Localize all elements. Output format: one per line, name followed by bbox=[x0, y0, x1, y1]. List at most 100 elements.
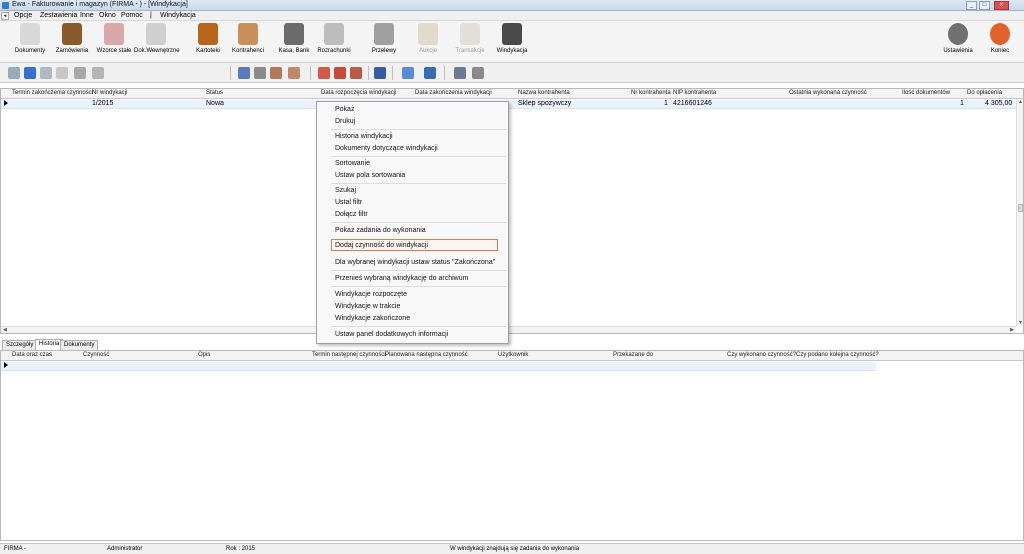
column-header[interactable]: Nr kontrahenta bbox=[631, 90, 671, 96]
minimize-button[interactable]: _ bbox=[966, 1, 977, 10]
scrollbar-thumb[interactable] bbox=[1018, 204, 1023, 212]
toolbar-button-dokumenty[interactable]: Dokumenty bbox=[10, 23, 50, 61]
table-row[interactable] bbox=[1, 362, 876, 371]
menu-item-szukaj[interactable]: Szukaj bbox=[335, 187, 356, 194]
menu-item-drukuj[interactable]: Drukuj bbox=[335, 118, 355, 125]
menu-item-sortowanie[interactable]: Sortowanie bbox=[335, 160, 370, 167]
menu-item-windykacje-w-trakcie[interactable]: Windykacje w trakcie bbox=[335, 303, 400, 310]
power-icon bbox=[990, 23, 1010, 45]
document-list-icon[interactable] bbox=[318, 67, 330, 79]
menu-pomoc[interactable]: Pomoc bbox=[121, 12, 143, 19]
menu-item-przenies-do-archiwum[interactable]: Przenieś wybraną windykację do archiwum bbox=[335, 275, 468, 282]
toolbar-button-zamowienia[interactable]: Zamówienia bbox=[52, 23, 92, 61]
edit-icon[interactable] bbox=[40, 67, 52, 79]
column-header[interactable]: Ilość dokumentów bbox=[902, 90, 950, 96]
scroll-up-icon[interactable]: ▲ bbox=[1018, 99, 1023, 105]
vertical-scrollbar[interactable]: ▲ ▼ bbox=[1016, 99, 1023, 326]
toolbar-button-wzorce-stale[interactable]: Wzorce stałe bbox=[94, 23, 134, 61]
column-header[interactable]: Przekazane do bbox=[613, 352, 653, 358]
toolbar-button-dok-wewnetrzne[interactable]: Dok.Wewnętrzne bbox=[134, 23, 180, 61]
orders-icon bbox=[62, 23, 82, 45]
calculator-icon[interactable] bbox=[454, 67, 466, 79]
secondary-toolbar bbox=[0, 63, 1024, 83]
column-header[interactable]: NIP kontrahenta bbox=[673, 90, 716, 96]
toolbar-button-kartoteki[interactable]: Kartoteki bbox=[188, 23, 228, 61]
table-row[interactable]: 1/2015 Nowa Sklep spożywczy 1 4216601246… bbox=[1, 100, 1019, 109]
column-header[interactable]: Nr windykacji bbox=[92, 90, 127, 96]
document-red-icon[interactable] bbox=[334, 67, 346, 79]
toolbar-button-ustawienia[interactable]: Ustawienia bbox=[938, 23, 978, 61]
toolbar-button-kontrahenci[interactable]: Kontrahenci bbox=[228, 23, 268, 61]
tab-szczegoly[interactable]: Szczegóły bbox=[2, 340, 38, 350]
column-header[interactable]: Opis bbox=[198, 352, 210, 358]
print-preview-icon[interactable] bbox=[92, 67, 104, 79]
menu-back-icon[interactable]: ◂ bbox=[1, 12, 9, 20]
menu-item-dodaj-czynnosc[interactable]: Dodaj czynność do windykacji bbox=[335, 242, 428, 249]
menu-item-windykacje-zakonczone[interactable]: Windykacje zakończone bbox=[335, 315, 410, 322]
menu-item-ustaw-pola-sortowania[interactable]: Ustaw pola sortowania bbox=[335, 172, 405, 179]
scroll-left-icon[interactable]: ◀ bbox=[3, 327, 7, 333]
toolbar-button-koniec[interactable]: Koniec bbox=[982, 23, 1018, 61]
column-header[interactable]: Data rozpoczęcia windykacji bbox=[321, 90, 396, 96]
sort-icon[interactable] bbox=[238, 67, 250, 79]
toolbar-button-rozrachunki[interactable]: Rozrachunki bbox=[314, 23, 354, 61]
column-header[interactable]: Ostatnia wykonana czynność bbox=[789, 90, 867, 96]
menu-item-ustaw-status-zakonczona[interactable]: Dla wybranej windykacji ustaw status "Za… bbox=[335, 259, 495, 266]
toolbar-button-kasa-bank[interactable]: Kasa, Bank bbox=[274, 23, 314, 61]
pin-icon[interactable] bbox=[374, 67, 386, 79]
contractors-icon bbox=[238, 23, 258, 45]
menu-zestawienia[interactable]: Zestawienia bbox=[40, 12, 77, 19]
column-header[interactable]: Czy podano kolejna czynność? bbox=[796, 352, 879, 358]
notes-icon[interactable] bbox=[472, 67, 484, 79]
column-header[interactable]: Planowana następna czynność bbox=[385, 352, 468, 358]
app-icon bbox=[2, 2, 9, 9]
menu-item-pokaz[interactable]: Pokaż bbox=[335, 106, 354, 113]
grid-header: Termin zakończenia czynności Nr windykac… bbox=[1, 89, 1023, 99]
toolbar-label: Transakcje bbox=[455, 48, 485, 54]
toolbar-label: Koniec bbox=[990, 48, 1010, 54]
menu-inne[interactable]: Inne bbox=[80, 12, 94, 19]
menu-item-panel-informacji[interactable]: Ustaw panel dodatkowych informacji bbox=[335, 331, 448, 338]
column-header[interactable]: Użytkownik bbox=[498, 352, 528, 358]
clear-filter-icon[interactable] bbox=[288, 67, 300, 79]
copy-icon[interactable] bbox=[56, 67, 68, 79]
menu-item-ustal-filtr[interactable]: Ustal filtr bbox=[335, 199, 362, 206]
column-header[interactable]: Status bbox=[206, 90, 223, 96]
print-icon[interactable] bbox=[74, 67, 86, 79]
panel-icon[interactable] bbox=[402, 67, 414, 79]
close-button[interactable]: x bbox=[994, 1, 1009, 10]
toolbar-button-windykacja[interactable]: Windykacja bbox=[492, 23, 532, 61]
column-header[interactable]: Czy wykonano czynność? bbox=[727, 352, 796, 358]
checkmark-icon[interactable] bbox=[24, 67, 36, 79]
phone-icon[interactable] bbox=[424, 67, 436, 79]
toolbar-label: Przelewy bbox=[371, 48, 397, 54]
column-header[interactable]: Nazwa kontrahenta bbox=[518, 90, 570, 96]
add-icon[interactable] bbox=[8, 67, 20, 79]
column-header[interactable]: Czynność bbox=[83, 352, 109, 358]
menu-separator bbox=[331, 326, 506, 327]
document-export-icon[interactable] bbox=[350, 67, 362, 79]
search-icon[interactable] bbox=[254, 67, 266, 79]
column-header[interactable]: Do opłacenia bbox=[967, 90, 1002, 96]
menu-opcje[interactable]: Opcje bbox=[14, 12, 32, 19]
tab-dokumenty[interactable]: Dokumenty bbox=[60, 340, 99, 350]
column-header[interactable]: Data oraz czas bbox=[12, 352, 52, 358]
menu-item-dolacz-filtr[interactable]: Dołącz filtr bbox=[335, 211, 368, 218]
scroll-down-icon[interactable]: ▼ bbox=[1018, 320, 1023, 326]
menu-okno[interactable]: Okno bbox=[99, 12, 116, 19]
column-header[interactable]: Data zakończenia windykacji bbox=[415, 90, 492, 96]
column-header[interactable]: Termin następnej czynności bbox=[312, 352, 386, 358]
menu-item-windykacje-rozpoczete[interactable]: Windykacje rozpoczęte bbox=[335, 291, 407, 298]
menu-item-pokaz-zadania[interactable]: Pokaż zadania do wykonania bbox=[335, 227, 426, 234]
gear-icon bbox=[948, 23, 968, 45]
scroll-right-icon[interactable]: ▶ bbox=[1010, 327, 1014, 333]
filter-icon[interactable] bbox=[270, 67, 282, 79]
column-header[interactable]: Termin zakończenia czynności bbox=[12, 90, 93, 96]
menu-item-historia-windykacji[interactable]: Historia windykacji bbox=[335, 133, 393, 140]
maximize-button[interactable]: □ bbox=[979, 1, 990, 10]
toolbar-button-przelewy[interactable]: Przelewy bbox=[364, 23, 404, 61]
menu-bar: ◂ ▸ Opcje Zestawienia Inne Okno Pomoc | … bbox=[0, 11, 1024, 21]
menu-item-dokumenty-windykacji[interactable]: Dokumenty dotyczące windykacji bbox=[335, 145, 438, 152]
toolbar-label: Kasa, Bank bbox=[278, 48, 310, 54]
menu-windykacja[interactable]: Windykacja bbox=[160, 12, 196, 19]
